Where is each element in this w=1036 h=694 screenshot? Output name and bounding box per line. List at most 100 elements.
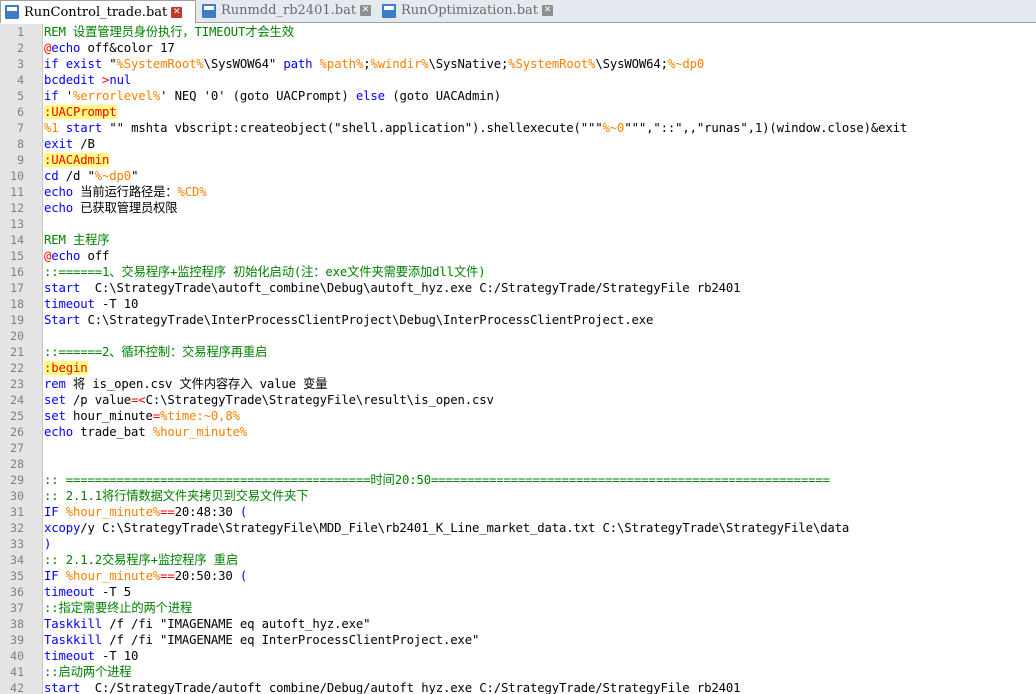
code-line[interactable]: 32 xcopy/y C:\StrategyTrade\StrategyFile\… xyxy=(0,520,1036,536)
line-number: 1 xyxy=(17,25,24,39)
code-line[interactable]: 12 echo 已获取管理员权限 xyxy=(0,200,1036,216)
line-text: %1 start "" mshta vbscript:createobject(… xyxy=(44,120,907,136)
code-token: == xyxy=(160,569,175,583)
line-number: 17 xyxy=(10,281,24,295)
code-line[interactable]: 34:: 2.1.2交易程序+监控程序 重启 xyxy=(0,552,1036,568)
line-text: set hour_minute=%time:~0,8% xyxy=(44,408,240,424)
code-token: =< xyxy=(131,393,146,407)
code-line[interactable]: 39 Taskkill /f /fi "IMAGENAME eq InterPro… xyxy=(0,632,1036,648)
code-line[interactable]: 27 xyxy=(0,440,1036,456)
line-text: if '%errorlevel%' NEQ '0' (goto UACPromp… xyxy=(44,88,501,104)
code-line[interactable]: 10 cd /d "%~dp0" xyxy=(0,168,1036,184)
line-text: :UACAdmin xyxy=(44,152,109,168)
code-line[interactable]: 25 set hour_minute=%time:~0,8% xyxy=(0,408,1036,424)
tab-bar: RunControl_trade.bat ✕ Runmdd_rb2401.bat… xyxy=(0,0,1036,23)
code-line[interactable]: 3 if exist "%SystemRoot%\SysWOW64" path %… xyxy=(0,56,1036,72)
code-line[interactable]: 40 timeout -T 10 xyxy=(0,648,1036,664)
code-token: :UACPrompt xyxy=(44,105,117,119)
code-token: IF xyxy=(44,569,59,583)
code-line[interactable]: 22:begin xyxy=(0,360,1036,376)
line-number: 30 xyxy=(10,489,24,503)
line-text: ) xyxy=(44,536,51,552)
code-token: %hour_minute% xyxy=(65,569,161,583)
code-token: echo xyxy=(44,185,74,199)
line-number: 12 xyxy=(10,201,24,215)
code-line[interactable]: 26 echo trade_bat %hour_minute% xyxy=(0,424,1036,440)
tab-runcontrol-trade[interactable]: RunControl_trade.bat ✕ xyxy=(0,0,196,23)
code-token: IF xyxy=(44,505,59,519)
close-icon[interactable]: ✕ xyxy=(171,6,183,18)
tab-runoptimization[interactable]: RunOptimization.bat ✕ xyxy=(378,0,568,21)
code-line[interactable]: 6:UACPrompt xyxy=(0,104,1036,120)
code-token: C:\StrategyTrade\StrategyFile\result\is_… xyxy=(145,393,494,407)
line-number: 21 xyxy=(10,345,24,359)
code-line[interactable]: 9 :UACAdmin xyxy=(0,152,1036,168)
line-text: @echo off xyxy=(44,248,109,264)
code-line[interactable]: 42 start C:/StrategyTrade/autoft_combine/… xyxy=(0,680,1036,694)
code-line[interactable]: 28 xyxy=(0,456,1036,472)
bat-file-icon xyxy=(5,5,19,19)
line-text: :: =====================================… xyxy=(44,472,830,488)
code-token: ) xyxy=(44,537,52,551)
code-line[interactable]: 24 set /p value=<C:\StrategyTrade\Strateg… xyxy=(0,392,1036,408)
line-number: 41 xyxy=(10,665,24,679)
code-line[interactable]: 23 rem 将 is_open.csv 文件内容存入 value 变量 xyxy=(0,376,1036,392)
code-token: bcdedit xyxy=(44,73,95,87)
code-token: echo xyxy=(51,249,81,263)
code-token: " xyxy=(131,169,139,183)
code-token: echo xyxy=(44,201,74,215)
close-icon[interactable]: ✕ xyxy=(360,5,372,16)
code-token: /y C:\StrategyTrade\StrategyFile\MDD_Fil… xyxy=(80,521,850,535)
line-number: 5 xyxy=(17,89,24,103)
code-token: 20:50:30 xyxy=(174,569,240,583)
code-token: 将 is_open.csv 文件内容存入 value 变量 xyxy=(65,377,328,391)
code-line[interactable]: 18 timeout -T 10 xyxy=(0,296,1036,312)
line-number: 13 xyxy=(10,217,24,231)
code-line[interactable]: 29:: ===================================… xyxy=(0,472,1036,488)
code-token: \SysNative; xyxy=(428,57,509,71)
line-text: timeout -T 5 xyxy=(44,584,131,600)
code-token: == xyxy=(160,505,175,519)
code-line[interactable]: 8 exit /B xyxy=(0,136,1036,152)
code-token: :: 2.1.2交易程序+监控程序 重启 xyxy=(44,553,239,567)
bat-file-icon xyxy=(202,3,216,18)
code-token: ' xyxy=(58,89,74,103)
code-line[interactable]: 33) xyxy=(0,536,1036,552)
line-number: 22 xyxy=(10,361,24,375)
code-line[interactable]: 15 @echo off xyxy=(0,248,1036,264)
code-line[interactable]: 13 xyxy=(0,216,1036,232)
code-line[interactable]: 2 @echo off&color 17 xyxy=(0,40,1036,56)
code-line[interactable]: 5 if '%errorlevel%' NEQ '0' (goto UACProm… xyxy=(0,88,1036,104)
code-token: -T 10 xyxy=(94,297,139,311)
line-number: 9 xyxy=(17,153,24,167)
code-line[interactable]: 4 bcdedit >nul xyxy=(0,72,1036,88)
code-line[interactable]: 38 Taskkill /f /fi "IMAGENAME eq autoft_h… xyxy=(0,616,1036,632)
code-line[interactable]: 14 REM 主程序 xyxy=(0,232,1036,248)
code-token: rem xyxy=(44,377,66,391)
code-line[interactable]: 35 IF %hour_minute%==20:50:30 ( xyxy=(0,568,1036,584)
code-line[interactable]: 11 echo 当前运行路径是：%CD% xyxy=(0,184,1036,200)
code-line[interactable]: 41::启动两个进程 xyxy=(0,664,1036,680)
code-line[interactable]: 36 timeout -T 5 xyxy=(0,584,1036,600)
code-line[interactable]: 17 start C:\StrategyTrade\autoft_combine\… xyxy=(0,280,1036,296)
code-line[interactable]: 16::======1、交易程序+监控程序 初始化启动(注：exe文件夹需要添加… xyxy=(0,264,1036,280)
code-token: /d " xyxy=(58,169,95,183)
line-number: 39 xyxy=(10,633,24,647)
code-token: exit xyxy=(44,137,74,151)
line-text: :UACPrompt xyxy=(44,104,117,120)
code-line[interactable]: 1 REM 设置管理员身份执行，TIMEOUT才会生效 xyxy=(0,24,1036,40)
line-number: 34 xyxy=(10,553,24,567)
code-token: 20:48:30 xyxy=(174,505,240,519)
code-token: else xyxy=(355,89,385,103)
code-line[interactable]: 19 Start C:\StrategyTrade\InterProcessCli… xyxy=(0,312,1036,328)
code-line[interactable]: 31 IF %hour_minute%==20:48:30 ( xyxy=(0,504,1036,520)
tab-runmdd-rb2401[interactable]: Runmdd_rb2401.bat ✕ xyxy=(198,0,374,21)
code-line[interactable]: 30:: 2.1.1将行情数据文件夹拷贝到交易文件夹下 xyxy=(0,488,1036,504)
code-editor[interactable]: 1 REM 设置管理员身份执行，TIMEOUT才会生效 2 @echo off&col… xyxy=(0,24,1036,694)
code-line[interactable]: 37::指定需要终止的两个进程 xyxy=(0,600,1036,616)
code-line[interactable]: 20 xyxy=(0,328,1036,344)
code-line[interactable]: 7 %1 start "" mshta vbscript:createobject… xyxy=(0,120,1036,136)
line-text: ::指定需要终止的两个进程 xyxy=(44,600,192,616)
close-icon[interactable]: ✕ xyxy=(542,5,553,16)
code-line[interactable]: 21::======2、循环控制：交易程序再重启 xyxy=(0,344,1036,360)
